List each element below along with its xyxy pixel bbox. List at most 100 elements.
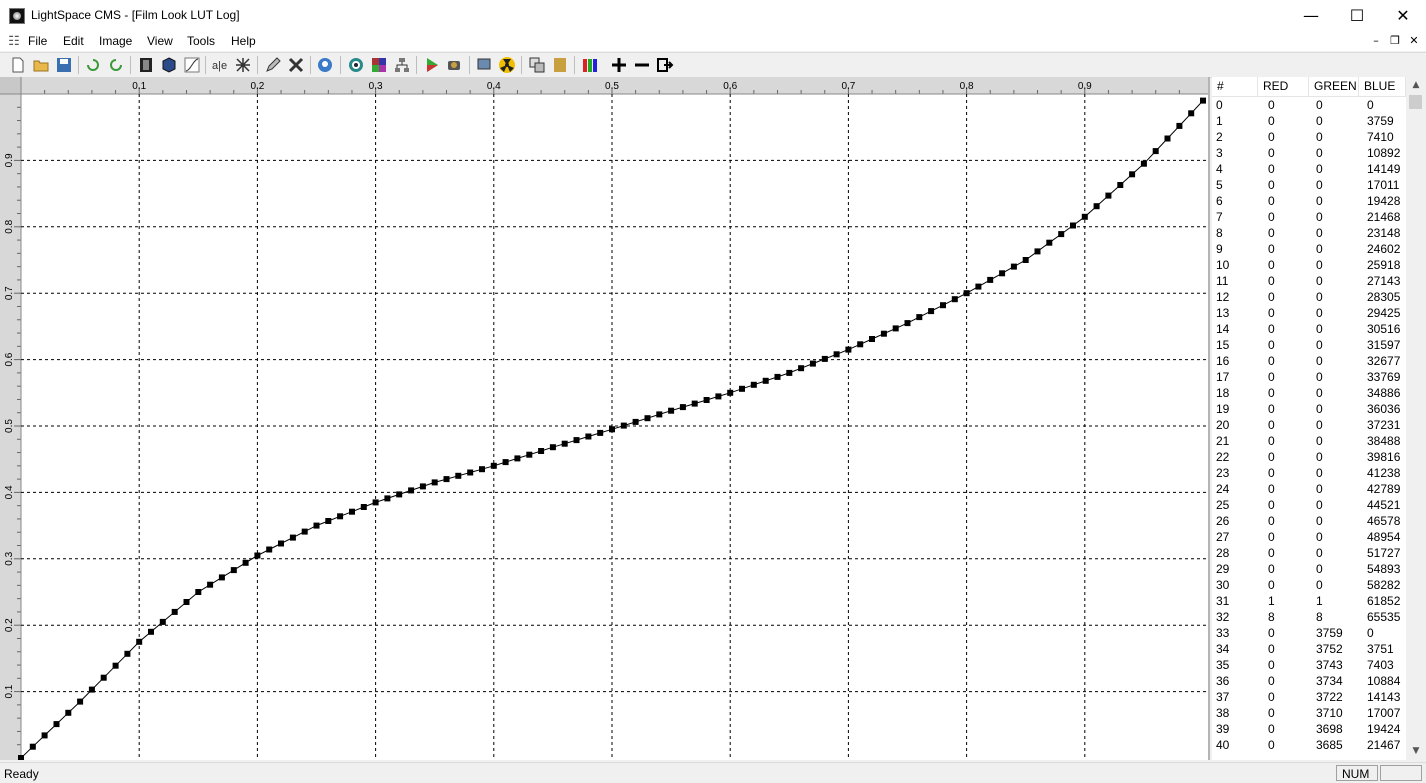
remove-icon[interactable] [633,56,651,74]
lut-point[interactable] [904,320,911,327]
rgb-icon[interactable] [551,56,569,74]
lut-point[interactable] [195,589,202,595]
mdi-minimize-icon[interactable]: – [1367,33,1385,49]
lut-point[interactable] [1058,231,1065,238]
lut-graph-pane[interactable]: 0.1 0.2 0.3 0.4 0.5 0.6 0.7 0.8 0.9 0.1 0.2 0.3 0.4 0… [0,77,1210,761]
lut-point[interactable] [928,308,935,315]
lut-point[interactable] [526,451,533,458]
table-row[interactable]: 20 0 0 37231 [1212,417,1406,433]
lut-point[interactable] [514,455,521,462]
lut-point[interactable] [254,552,261,559]
table-row[interactable]: 13 0 0 29425 [1212,305,1406,321]
lut-point[interactable] [88,686,95,693]
table-row[interactable]: 28 0 0 51727 [1212,545,1406,561]
lut-point[interactable] [278,540,284,547]
table-row[interactable]: 19 0 0 36036 [1212,401,1406,417]
table-row[interactable]: 4 0 0 14149 [1212,161,1406,177]
lut-point[interactable] [679,404,686,411]
lut-point[interactable] [1188,110,1195,117]
lut-point[interactable] [372,499,379,506]
lut-point[interactable] [869,336,875,342]
lut-point[interactable] [419,483,426,490]
lut-point[interactable] [337,513,344,520]
lut-point[interactable] [65,709,72,716]
table-row[interactable]: 22 0 0 39816 [1212,449,1406,465]
table-row[interactable]: 2 0 0 7410 [1212,129,1406,145]
table-row[interactable]: 38 0 3710 17007 [1212,705,1406,721]
lut-point[interactable] [396,491,403,498]
document-icon[interactable]: ☷ [6,33,22,49]
lut-point[interactable] [833,351,840,358]
column-header-green[interactable]: GREEN [1309,77,1359,96]
lut-point[interactable] [585,433,592,440]
table-row[interactable]: 32 8 8 65535 [1212,609,1406,625]
lut-point[interactable] [183,599,190,605]
lut-point[interactable] [1140,160,1147,167]
text-tool-icon[interactable]: a|e [211,56,229,74]
lut-point[interactable] [148,628,154,635]
lut-curve-chart[interactable]: 0.1 0.2 0.3 0.4 0.5 0.6 0.7 0.8 0.9 0.1 0.2 0.3 0.4 0… [0,77,1208,761]
lut-point[interactable] [786,369,793,376]
lut-point[interactable] [431,479,438,486]
add-icon[interactable] [610,56,628,74]
table-row[interactable]: 14 0 0 30516 [1212,321,1406,337]
lut-point[interactable] [443,476,450,483]
lut-point[interactable] [762,377,769,384]
lut-point[interactable] [349,508,355,515]
app-icon[interactable] [9,8,25,24]
lut-point[interactable] [1152,148,1159,155]
lut-point[interactable] [77,698,84,705]
table-row[interactable]: 11 0 0 27143 [1212,273,1406,289]
table-row[interactable]: 7 0 0 21468 [1212,209,1406,225]
probe-icon[interactable] [475,56,493,74]
menu-file[interactable]: File [28,34,47,48]
lut-point[interactable] [242,559,249,566]
lut-point[interactable] [809,360,816,367]
lut-point[interactable] [171,608,178,615]
column-header-blue[interactable]: BLUE [1359,77,1406,96]
lut-point[interactable] [1093,203,1100,210]
list-scrollbar[interactable]: ▲ ▼ [1406,77,1426,760]
column-header-index[interactable]: # [1212,77,1258,96]
export-icon[interactable] [656,56,674,74]
table-row[interactable]: 3 0 0 10892 [1212,145,1406,161]
table-row[interactable]: 34 0 3752 3751 [1212,641,1406,657]
play-icon[interactable] [423,56,441,74]
table-row[interactable]: 21 0 0 38488 [1212,433,1406,449]
lut-point[interactable] [1117,182,1124,188]
lut-point[interactable] [41,732,48,739]
lut-point[interactable] [136,638,143,645]
camera-icon[interactable] [446,56,464,74]
table-row[interactable]: 27 0 0 48954 [1212,529,1406,545]
lut-point[interactable] [1022,257,1029,263]
table-row[interactable]: 9 0 0 24602 [1212,241,1406,257]
minimize-icon[interactable]: — [1288,0,1334,31]
table-row[interactable]: 8 0 0 23148 [1212,225,1406,241]
lut-point[interactable] [1164,135,1171,142]
lut-point[interactable] [798,365,805,372]
lut-point[interactable] [467,469,474,476]
table-row[interactable]: 16 0 0 32677 [1212,353,1406,369]
lut-point[interactable] [207,581,214,588]
table-row[interactable]: 35 0 3743 7403 [1212,657,1406,673]
lut-point[interactable] [561,440,568,447]
lut-point[interactable] [727,389,734,396]
table-row[interactable]: 6 0 0 19428 [1212,193,1406,209]
lut-point[interactable] [218,574,225,581]
table-row[interactable]: 37 0 3722 14143 [1212,689,1406,705]
film-strip-icon[interactable] [137,56,155,74]
lut-point[interactable] [1070,222,1076,229]
menu-help[interactable]: Help [231,34,256,48]
table-row[interactable]: 39 0 3698 19424 [1212,721,1406,737]
lut-point[interactable] [384,495,391,502]
lut-point[interactable] [1200,97,1206,104]
table-row[interactable]: 33 0 3759 0 [1212,625,1406,641]
lut-point[interactable] [549,444,556,451]
lut-point[interactable] [573,437,580,444]
new-file-icon[interactable] [9,56,27,74]
lut-point[interactable] [289,534,296,541]
lut-point[interactable] [1046,239,1053,246]
lut-point[interactable] [230,567,237,574]
lut-point[interactable] [408,487,415,494]
lut-point[interactable] [1176,122,1183,129]
